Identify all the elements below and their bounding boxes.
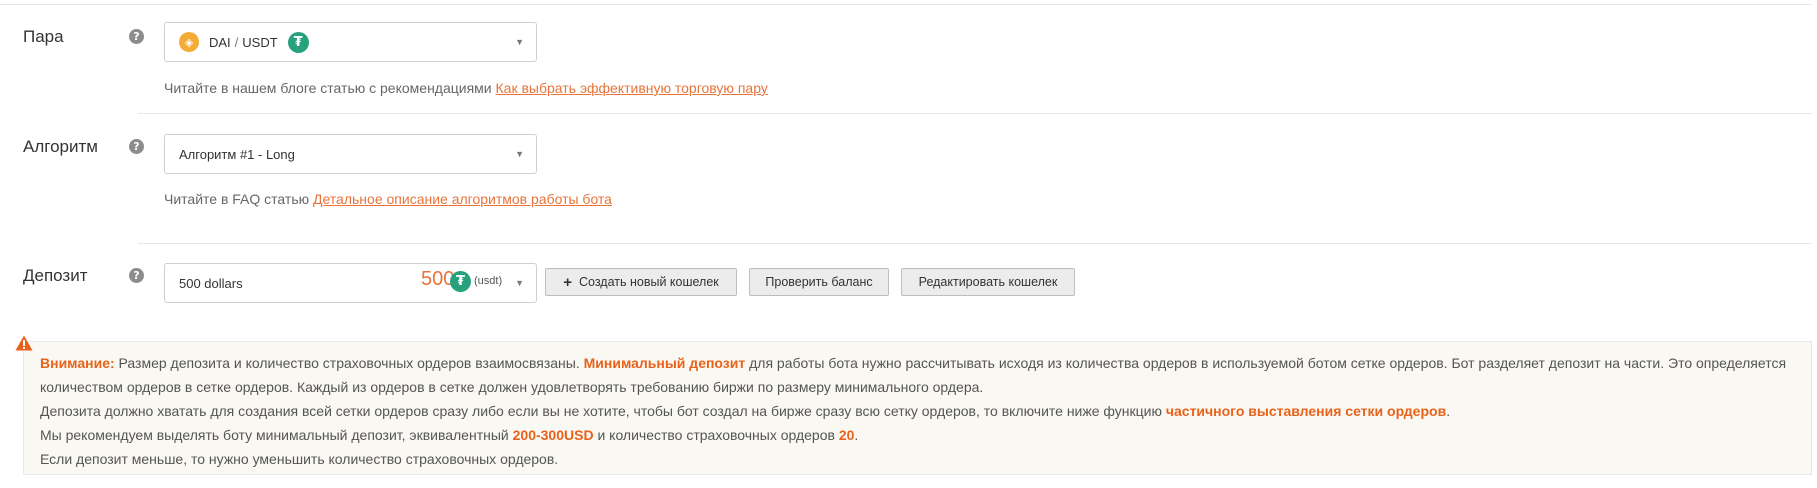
top-divider <box>0 4 1812 5</box>
pair-hint: Читайте в нашем блоге статью с рекоменда… <box>164 80 768 96</box>
algorithm-help-icon[interactable]: ? <box>129 139 144 154</box>
pair-help-icon[interactable]: ? <box>129 29 144 44</box>
algorithm-selected: Алгоритм #1 - Long <box>179 146 295 162</box>
warning-paragraph: Внимание: Размер депозита и количество с… <box>40 351 1795 399</box>
deposit-help-icon[interactable]: ? <box>129 268 144 283</box>
edit-wallet-label: Редактировать кошелек <box>918 275 1058 289</box>
check-balance-label: Проверить баланс <box>765 275 873 289</box>
create-wallet-label: Создать новый кошелек <box>579 275 719 289</box>
chevron-down-icon: ▼ <box>515 149 524 159</box>
warning-text: Если депозит меньше, то нужно уменьшить … <box>40 451 559 467</box>
create-wallet-button[interactable]: + Создать новый кошелек <box>545 268 737 296</box>
algorithm-select[interactable]: Алгоритм #1 - Long ▼ <box>164 134 537 174</box>
plus-icon: + <box>563 273 572 291</box>
pair-base: DAI <box>209 34 231 50</box>
deposit-unit: (usdt) <box>474 275 503 287</box>
pair-hint-text: Читайте в нашем блоге статью с рекоменда… <box>164 80 496 96</box>
algorithm-hint-text: Читайте в FAQ статью <box>164 191 313 207</box>
warning-text: . <box>854 427 859 443</box>
warning-text: Депозита должно хватать для создания все… <box>40 403 1166 419</box>
deposit-selected: 500 dollars <box>179 275 243 291</box>
divider <box>138 243 1812 244</box>
check-balance-button[interactable]: Проверить баланс <box>749 268 889 296</box>
deposit-warning: Внимание: Размер депозита и количество с… <box>23 341 1812 475</box>
warning-paragraph: Если депозит меньше, то нужно уменьшить … <box>40 447 1795 471</box>
pair-select[interactable]: ◈ DAI / USDT ₮ ▼ <box>164 22 537 62</box>
deposit-label: Депозит <box>23 266 88 285</box>
divider <box>138 113 1812 114</box>
warning-title: Внимание: <box>40 355 115 371</box>
warning-highlight: 20 <box>838 427 855 443</box>
warning-highlight: 200-300USD <box>512 427 594 443</box>
tether-icon: ₮ <box>450 271 471 292</box>
algorithm-hint: Читайте в FAQ статью Детальное описание … <box>164 191 612 207</box>
pair-hint-link[interactable]: Как выбрать эффективную торговую пару <box>496 80 768 96</box>
warning-text: Размер депозита и количество страховочны… <box>114 355 584 371</box>
warning-text: и количество страховочных ордеров <box>593 427 839 443</box>
pair-quote: USDT <box>242 34 278 50</box>
warning-paragraph: Мы рекомендуем выделять боту минимальный… <box>40 423 1795 447</box>
pair-label: Пара <box>23 27 64 46</box>
pair-separator: / <box>234 34 239 50</box>
algorithm-label: Алгоритм <box>23 137 98 156</box>
warning-paragraph: Депозита должно хватать для создания все… <box>40 399 1795 423</box>
warning-highlight: Минимальный депозит <box>583 355 746 371</box>
warning-highlight: частичного выставления сетки ордеров <box>1165 403 1447 419</box>
algorithm-hint-link[interactable]: Детальное описание алгоритмов работы бот… <box>313 191 612 207</box>
warning-text: Мы рекомендуем выделять боту минимальный… <box>40 427 513 443</box>
dai-coin-icon: ◈ <box>179 32 199 52</box>
tether-icon: ₮ <box>287 31 309 53</box>
warning-text: . <box>1446 403 1451 419</box>
chevron-down-icon: ▼ <box>515 37 524 47</box>
chevron-down-icon: ▼ <box>515 278 524 288</box>
edit-wallet-button[interactable]: Редактировать кошелек <box>901 268 1075 296</box>
warning-triangle-icon <box>15 335 33 351</box>
